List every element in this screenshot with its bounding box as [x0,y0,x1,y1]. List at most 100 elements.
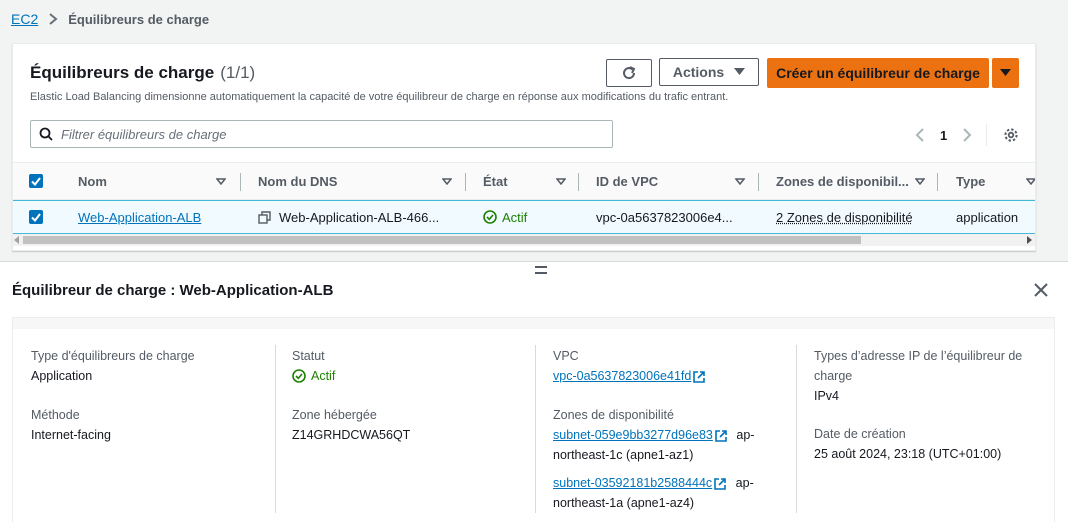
filter-input[interactable]: Filtrer équilibreurs de charge [30,120,613,148]
sort-icon [1026,178,1035,185]
scroll-left-icon[interactable] [14,236,20,244]
vpc-link[interactable]: vpc-0a5637823006e41fd [553,369,691,383]
column-label: Nom [78,174,107,189]
column-divider [758,173,759,191]
panel-title: Équilibreurs de charge (1/1) [30,63,255,83]
sort-icon [915,178,925,185]
column-label: Type [956,174,986,189]
ip-types-label-line-1: Types d’adresse IP de l’équilibreur de [814,349,1023,363]
method-value: Internet-facing [31,428,111,442]
sort-icon [442,178,452,185]
zones-popover-trigger[interactable]: 2 Zones de disponibilité [776,210,913,225]
sort-icon [556,178,566,185]
row-checkbox[interactable] [29,210,43,224]
ip-types-label-line-2: charge [814,369,853,383]
column-header-dns[interactable]: Nom du DNS [258,163,458,200]
subnet-2-suffix: ap- [735,476,754,490]
breadcrumb: EC2 Équilibreurs de charge [11,10,209,28]
state-text: Actif [502,209,528,225]
lb-type-group: Type d'équilibreurs de charge Applicatio… [31,346,195,386]
status-label: Statut [292,349,325,363]
status-group: Statut Actif [292,346,335,389]
chevron-left-icon[interactable] [915,128,924,142]
panel-description: Elastic Load Balancing dimensionne autom… [30,91,729,103]
selection-count: (1/1) [220,63,256,82]
pagination: 1 [915,124,1019,146]
column-divider [937,173,938,191]
details-container: Type d'équilibreurs de charge Applicatio… [12,317,1055,522]
vpc-label: VPC [553,349,579,363]
column-separator [796,345,797,513]
table-row[interactable]: Web-Application-ALB Web-Application-ALB-… [13,200,1035,234]
ip-types-value: IPv4 [814,389,840,403]
split-panel-resize-handle[interactable] [535,266,547,274]
status-value: Actif [311,369,336,383]
sort-icon [216,178,226,185]
scroll-right-icon[interactable] [1026,236,1032,244]
select-all-checkbox[interactable] [29,174,43,188]
subnet-1-link[interactable]: subnet-059e9bb3277d96e83 [553,428,713,442]
breadcrumb-current: Équilibreurs de charge [68,11,210,27]
sort-icon [735,178,745,185]
gear-icon[interactable] [1003,127,1019,143]
pager-divider [986,124,988,146]
column-header-zones[interactable]: Zones de disponibil... [776,163,936,200]
column-header-state[interactable]: État [483,163,573,200]
cell-dns: Web-Application-ALB-466... [258,201,439,233]
refresh-icon [621,65,637,81]
dns-name: Web-Application-ALB-466... [279,209,440,225]
page-number[interactable]: 1 [940,128,947,143]
lb-type-value: Application [31,369,93,383]
caret-down-icon [1000,69,1011,77]
hosted-zone-label: Zone hébergée [292,408,377,422]
cell-vpc: vpc-0a5637823006e4... [596,209,733,225]
copy-icon[interactable] [258,210,271,224]
column-divider [578,173,579,191]
load-balancer-name-link[interactable]: Web-Application-ALB [78,210,201,225]
subnet-2-link[interactable]: subnet-03592181b2588444c [553,476,712,490]
column-label: ID de VPC [596,174,659,189]
subnet-1-zone: northeast-1c (apne1-az1) [553,448,694,462]
method-label: Méthode [31,408,80,422]
column-separator [275,345,276,513]
column-label: Zones de disponibil... [776,174,909,189]
load-balancers-panel: Équilibreurs de charge (1/1) Elastic Load… [12,43,1036,251]
subnet-2-zone: northeast-1a (apne1-az4) [553,496,695,510]
detail-title: Équilibreur de charge : Web-Application-… [12,282,334,299]
external-link-icon [693,370,706,383]
column-label: Nom du DNS [258,174,338,189]
column-header-name[interactable]: Nom [78,163,228,200]
scrollbar-thumb[interactable] [23,236,861,244]
breadcrumb-ec2-link[interactable]: EC2 [11,11,38,27]
vpc-group: VPC vpc-0a5637823006e41fd [553,346,793,386]
filter-placeholder: Filtrer équilibreurs de charge [61,126,227,142]
table-header: Nom Nom du DNS État ID de VPC Zones de d… [13,162,1035,200]
panel-title-text: Équilibreurs de charge [30,63,215,82]
horizontal-scrollbar[interactable] [13,234,1035,246]
column-divider [240,173,241,191]
refresh-button[interactable] [606,59,652,87]
actions-dropdown[interactable]: Actions [659,58,759,86]
column-separator [535,345,536,513]
column-divider [465,173,466,191]
column-header-type[interactable]: Type [956,163,1035,200]
check-circle-icon [292,369,306,383]
created-date-group: Date de création 25 août 2024, 23:18 (UT… [814,424,1044,464]
caret-down-icon [734,68,746,76]
create-options-dropdown[interactable] [992,58,1019,88]
created-value: 25 août 2024, 23:18 (UTC+01:00) [814,447,1002,461]
details-top-band [13,318,1054,329]
subnet-1-suffix: ap- [736,428,755,442]
hosted-zone-value: Z14GRHDCWA56QT [292,428,411,442]
method-group: Méthode Internet-facing [31,405,111,445]
detail-panel: Équilibreur de charge : Web-Application-… [0,262,1068,522]
column-label: État [483,174,508,189]
create-load-balancer-button[interactable]: Créer un équilibreur de charge [767,58,989,88]
column-header-vpc[interactable]: ID de VPC [596,163,756,200]
close-icon[interactable] [1034,283,1048,297]
cell-zones: 2 Zones de disponibilité [776,201,913,233]
chevron-right-icon[interactable] [963,128,972,142]
cell-name: Web-Application-ALB [78,201,201,233]
created-label: Date de création [814,427,906,441]
check-circle-icon [483,210,497,224]
